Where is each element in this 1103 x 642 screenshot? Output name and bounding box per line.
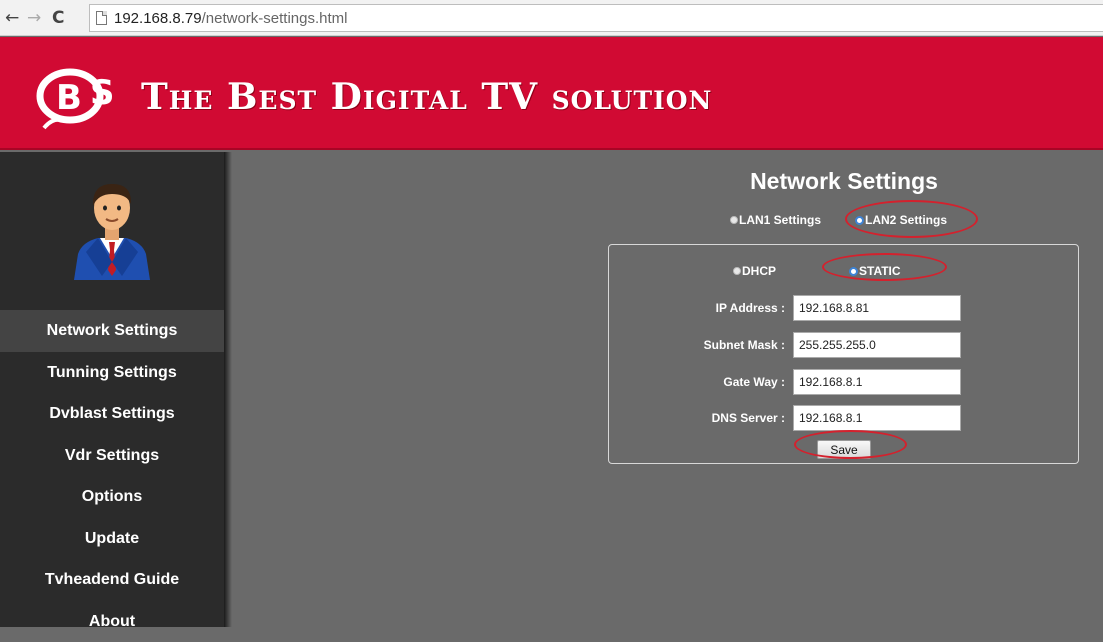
- subnet-mask-label: Subnet Mask :: [605, 338, 785, 352]
- gateway-label: Gate Way :: [605, 375, 785, 389]
- browser-toolbar: ← → C 192.168.8.79/network-settings.html: [0, 0, 1103, 36]
- static-radio-button[interactable]: [849, 267, 858, 276]
- ip-address-label: IP Address :: [605, 301, 785, 315]
- url-text: 192.168.8.79/network-settings.html: [114, 10, 347, 27]
- dns-server-input[interactable]: [793, 405, 961, 431]
- sidebar-menu: Network Settings Tunning Settings Dvblas…: [0, 310, 224, 642]
- tbs-logo-icon: B S: [30, 54, 128, 134]
- forward-arrow-icon[interactable]: →: [27, 9, 41, 27]
- lan1-radio-button[interactable]: [730, 216, 738, 224]
- url-path: /network-settings.html: [202, 10, 348, 27]
- save-button[interactable]: Save: [817, 440, 871, 459]
- lan2-radio-label: LAN2 Settings: [865, 213, 947, 227]
- banner-title: The Best Digital TV solution: [141, 76, 712, 118]
- address-bar[interactable]: 192.168.8.79/network-settings.html: [89, 4, 1103, 32]
- lan1-radio[interactable]: LAN1 Settings: [730, 213, 821, 227]
- sidebar-item-tvheadend-guide[interactable]: Tvheadend Guide: [0, 559, 224, 601]
- sidebar-item-about[interactable]: About: [0, 601, 224, 642]
- sidebar-item-tunning-settings[interactable]: Tunning Settings: [0, 352, 224, 394]
- sidebar-item-dvblast-settings[interactable]: Dvblast Settings: [0, 393, 224, 435]
- dhcp-radio-label: DHCP: [742, 264, 776, 278]
- page-title: Network Settings: [724, 168, 964, 195]
- svg-text:B: B: [56, 78, 82, 118]
- svg-text:S: S: [90, 73, 115, 113]
- user-avatar-icon: [72, 172, 152, 280]
- static-radio-label: STATIC: [859, 264, 901, 278]
- back-arrow-icon[interactable]: ←: [5, 9, 19, 27]
- sidebar-shadow: [224, 152, 232, 627]
- lan1-radio-label: LAN1 Settings: [739, 213, 821, 227]
- subnet-mask-input[interactable]: [793, 332, 961, 358]
- lan2-radio[interactable]: LAN2 Settings: [855, 213, 947, 227]
- sidebar-item-update[interactable]: Update: [0, 518, 224, 560]
- sidebar-item-options[interactable]: Options: [0, 476, 224, 518]
- site-banner: B S The Best Digital TV solution: [0, 37, 1103, 150]
- sidebar-item-network-settings[interactable]: Network Settings: [0, 310, 224, 352]
- ip-address-input[interactable]: [793, 295, 961, 321]
- reload-icon[interactable]: C: [52, 9, 64, 27]
- page-icon: [96, 11, 107, 25]
- dns-server-label: DNS Server :: [605, 411, 785, 425]
- sidebar-item-vdr-settings[interactable]: Vdr Settings: [0, 435, 224, 477]
- static-radio[interactable]: STATIC: [849, 264, 901, 278]
- gateway-input[interactable]: [793, 369, 961, 395]
- lan2-radio-button[interactable]: [855, 216, 864, 225]
- sidebar: Network Settings Tunning Settings Dvblas…: [0, 152, 224, 627]
- dhcp-radio-button[interactable]: [733, 267, 741, 275]
- url-host: 192.168.8.79: [114, 10, 202, 27]
- dhcp-radio[interactable]: DHCP: [733, 264, 776, 278]
